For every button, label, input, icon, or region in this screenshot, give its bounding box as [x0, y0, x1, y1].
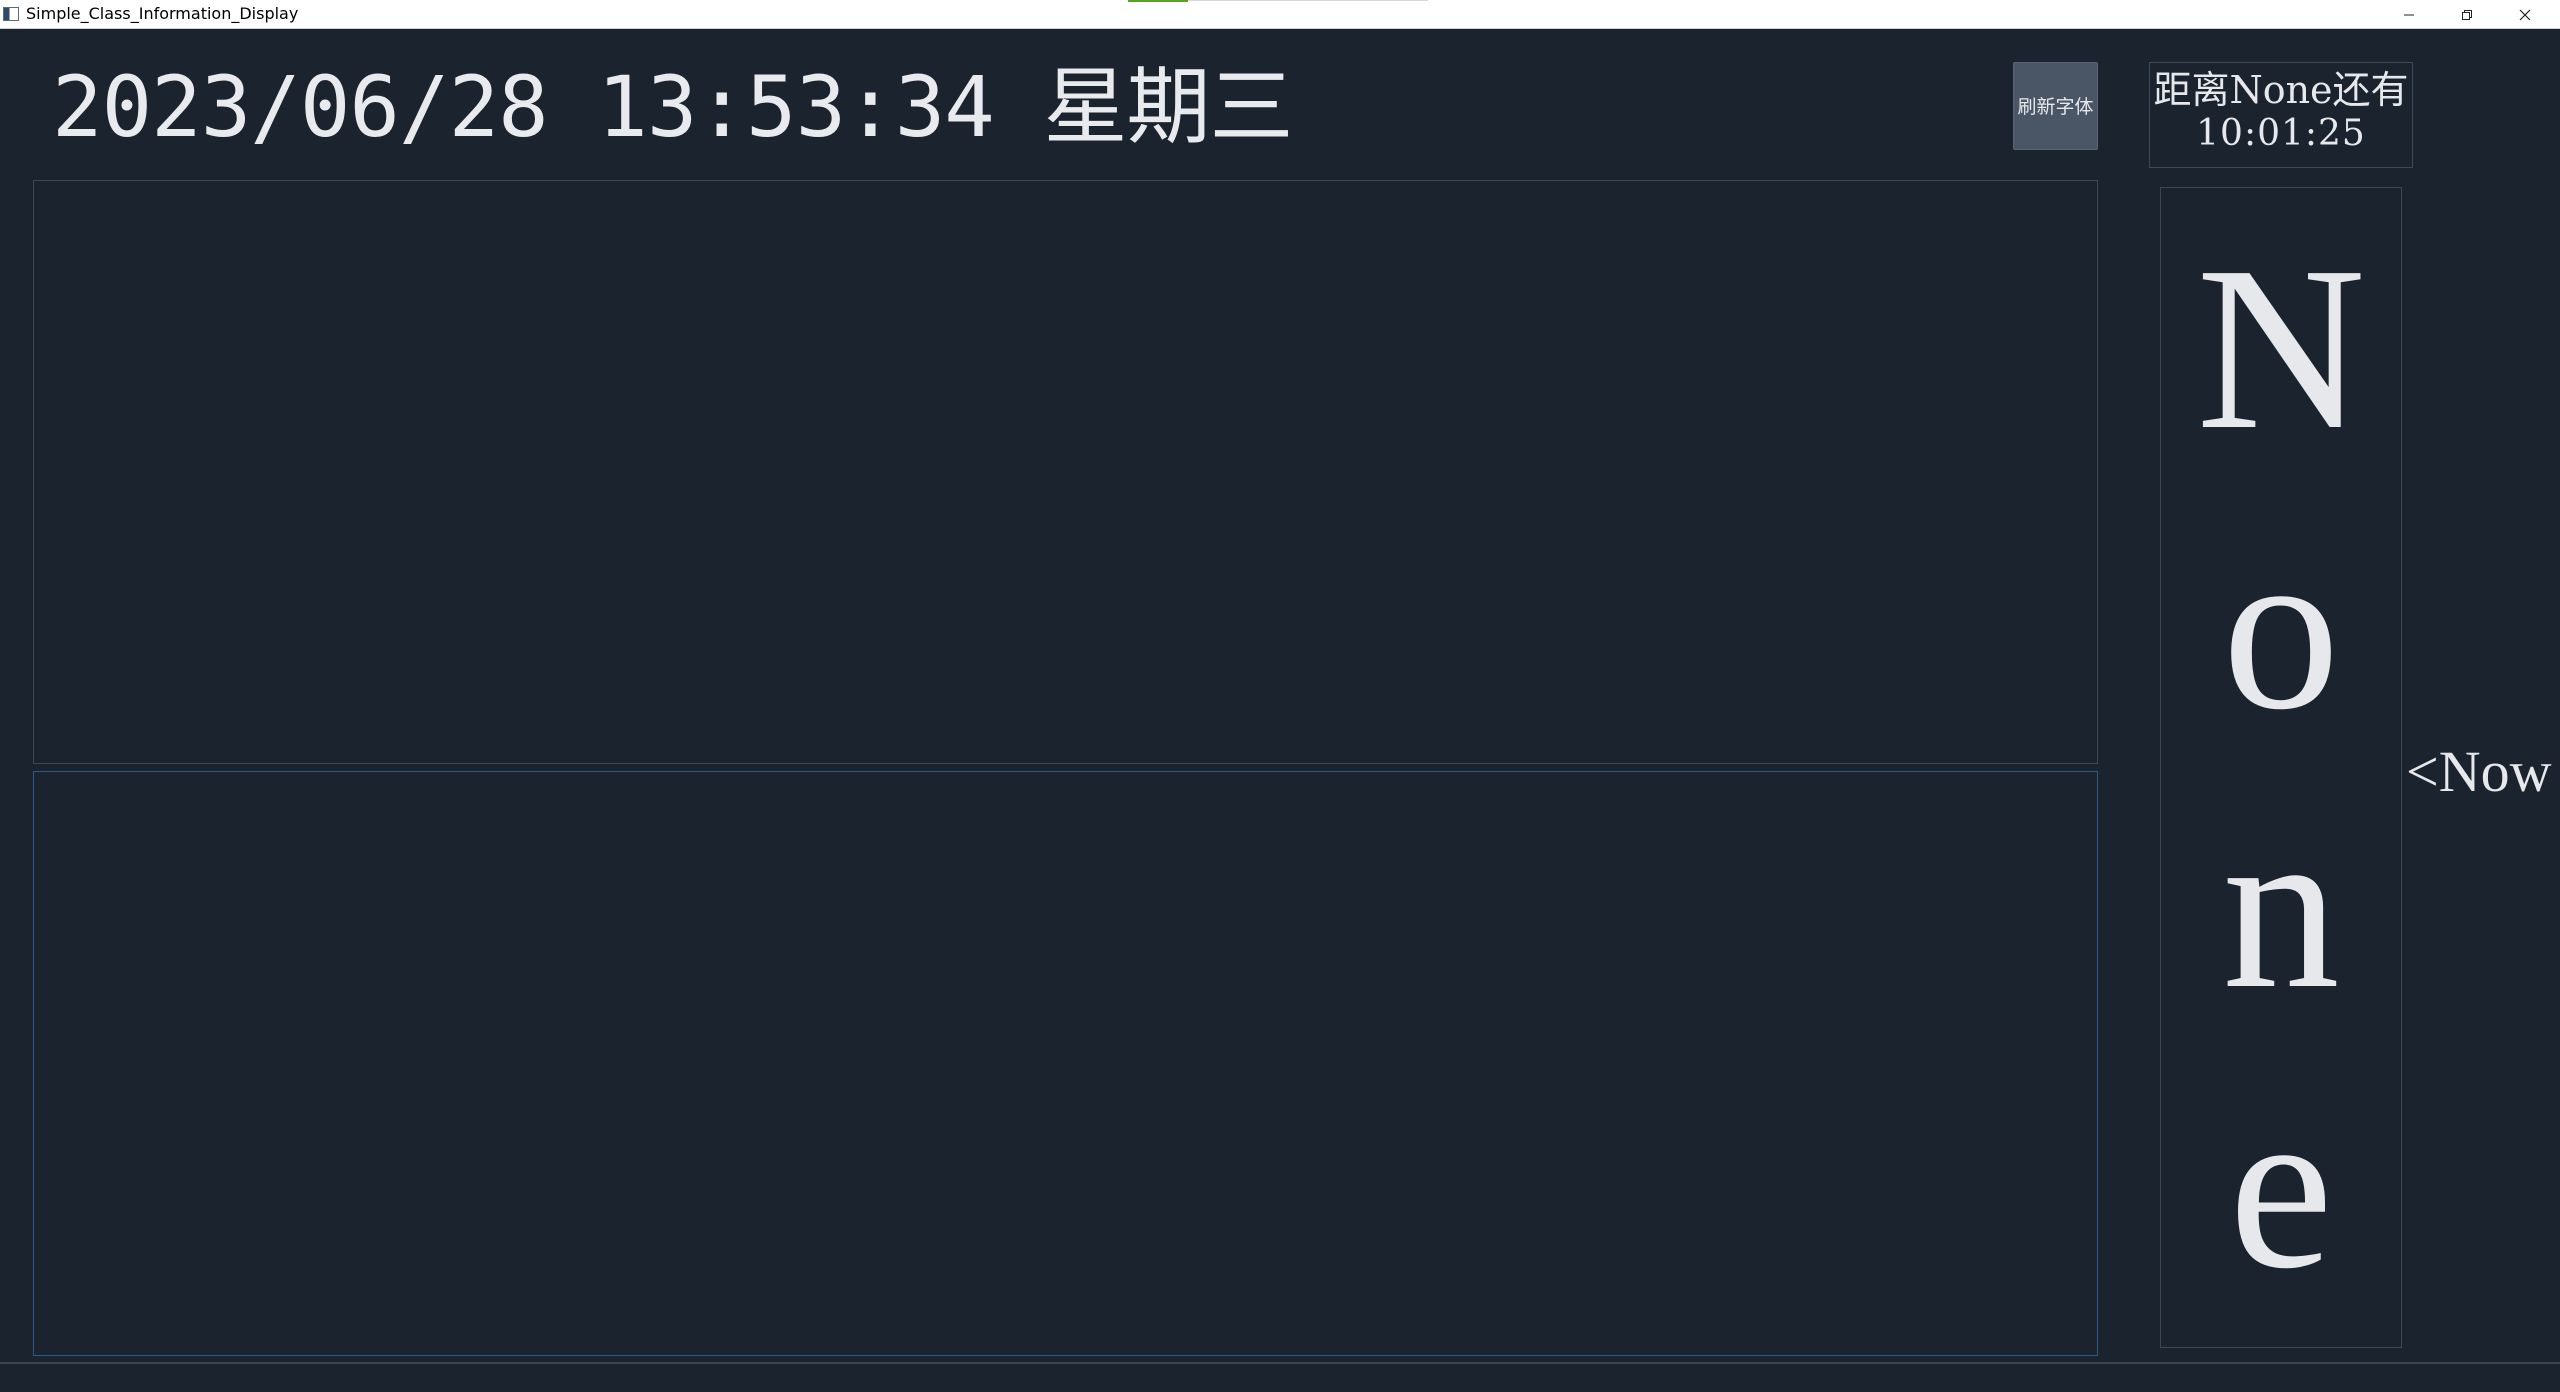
window-title: Simple_Class_Information_Display	[26, 4, 299, 23]
schedule-panel-bottom[interactable]	[33, 771, 2098, 1356]
app-main-area: 2023/06/28 13:53:34 星期三 刷新字体 距离None还有 10…	[0, 29, 2560, 1392]
current-class-char: N	[2196, 217, 2366, 478]
countdown-label: 距离None还有	[2153, 68, 2409, 112]
now-indicator: <Now	[2406, 739, 2552, 804]
minimize-button[interactable]	[2380, 0, 2438, 29]
close-button[interactable]	[2496, 0, 2554, 29]
window-titlebar[interactable]: Simple_Class_Information_Display	[0, 0, 2560, 29]
current-class-char: e	[2228, 1057, 2334, 1318]
datetime-display: 2023/06/28 13:53:34 星期三	[52, 58, 1293, 156]
current-class-display: N o n e	[2160, 187, 2402, 1348]
schedule-panel-top[interactable]	[33, 180, 2098, 764]
window-bottom-edge	[0, 1362, 2560, 1364]
refresh-font-button[interactable]: 刷新字体	[2013, 62, 2098, 150]
restore-button[interactable]	[2438, 0, 2496, 29]
restore-icon	[2462, 10, 2472, 20]
current-class-char: n	[2222, 777, 2340, 1038]
close-icon	[2519, 9, 2531, 21]
minimize-icon	[2404, 14, 2414, 16]
titlebar-accent	[1128, 0, 1188, 2]
countdown-box: 距离None还有 10:01:25	[2149, 62, 2413, 168]
countdown-time: 10:01:25	[2196, 113, 2366, 154]
app-window-icon	[3, 7, 19, 21]
titlebar-accent-line	[1188, 0, 1428, 1]
current-class-char: o	[2222, 497, 2340, 758]
